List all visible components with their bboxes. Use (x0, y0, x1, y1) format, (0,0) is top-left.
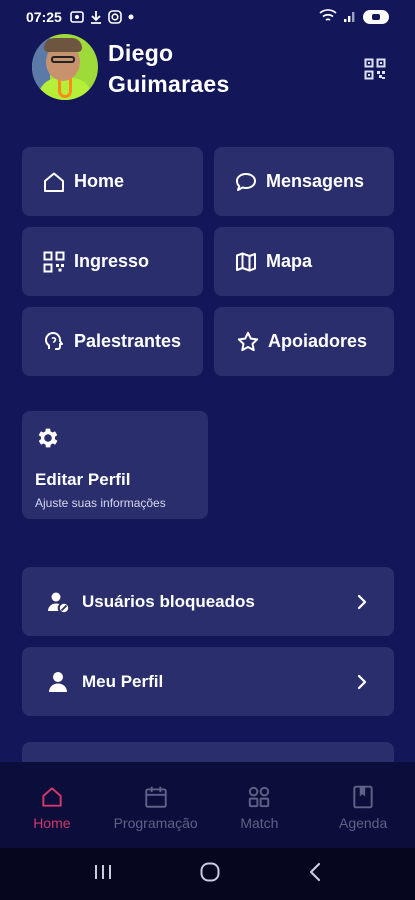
signal-icon (343, 9, 357, 26)
qr-code-icon[interactable] (364, 58, 386, 80)
profile-header: Diego Guimaraes (32, 34, 392, 104)
messages-button[interactable]: Mensagens (214, 147, 394, 216)
avatar[interactable] (32, 34, 98, 100)
home-icon (42, 787, 62, 807)
edit-profile-card[interactable]: Editar Perfil Ajuste suas informações (22, 411, 208, 519)
my-profile-label: Meu Perfil (82, 671, 164, 691)
my-profile-button[interactable]: Meu Perfil (22, 647, 394, 716)
grid-icon (249, 786, 270, 808)
ticket-label: Ingresso (74, 251, 150, 271)
battery-icon (363, 10, 389, 24)
map-icon (234, 250, 258, 274)
bottom-nav: Home Programação Match Agenda (0, 762, 415, 848)
blocked-users-label: Usuários bloqueados (82, 591, 255, 611)
user-icon (46, 670, 70, 694)
status-bar: 07:25 (0, 0, 415, 34)
system-nav-bar (0, 848, 415, 900)
home-icon (42, 170, 66, 194)
nav-match[interactable]: Match (208, 762, 312, 848)
edit-profile-subtitle: Ajuste suas informações (35, 496, 166, 510)
screen-record-icon (70, 10, 84, 24)
supporters-label: Apoiadores (268, 331, 368, 351)
home-label: Home (74, 171, 125, 191)
chevron-right-icon (354, 674, 370, 690)
download-icon (90, 10, 102, 24)
edit-profile-title: Editar Perfil (35, 470, 131, 489)
notification-dot-icon (128, 14, 134, 20)
chevron-right-icon (354, 594, 370, 610)
map-label: Mapa (266, 251, 313, 271)
user-name: Diego Guimaraes (108, 38, 230, 100)
message-icon (234, 170, 258, 194)
nav-home[interactable]: Home (0, 762, 104, 848)
user-last-name: Guimaraes (108, 71, 230, 97)
nav-agenda[interactable]: Agenda (311, 762, 415, 848)
supporters-button[interactable]: Apoiadores (214, 307, 394, 376)
calendar-icon (144, 786, 167, 808)
star-icon (236, 330, 260, 354)
nav-schedule[interactable]: Programação (104, 762, 208, 848)
nav-home-label: Home (33, 815, 71, 831)
nav-agenda-label: Agenda (338, 815, 388, 831)
home-button[interactable]: Home (22, 147, 203, 216)
nav-match-label: Match (240, 815, 279, 831)
instagram-icon (108, 10, 122, 24)
qr-code-icon (42, 250, 66, 274)
home-system-icon[interactable] (199, 861, 221, 888)
bookmark-icon (353, 785, 373, 809)
blocked-users-button[interactable]: Usuários bloqueados (22, 567, 394, 636)
map-button[interactable]: Mapa (214, 227, 394, 296)
recent-apps-icon[interactable] (93, 863, 113, 886)
gear-icon (35, 425, 61, 451)
ticket-button[interactable]: Ingresso (22, 227, 203, 296)
speakers-button[interactable]: Palestrantes (22, 307, 203, 376)
blocked-user-icon (46, 590, 70, 614)
speaker-icon (42, 330, 66, 354)
user-first-name: Diego (108, 40, 174, 66)
nav-schedule-label: Programação (113, 815, 198, 831)
wifi-icon (319, 8, 337, 26)
status-time: 07:25 (26, 9, 62, 25)
messages-label: Mensagens (266, 171, 365, 191)
back-icon[interactable] (308, 862, 322, 887)
speakers-label: Palestrantes (74, 331, 182, 351)
